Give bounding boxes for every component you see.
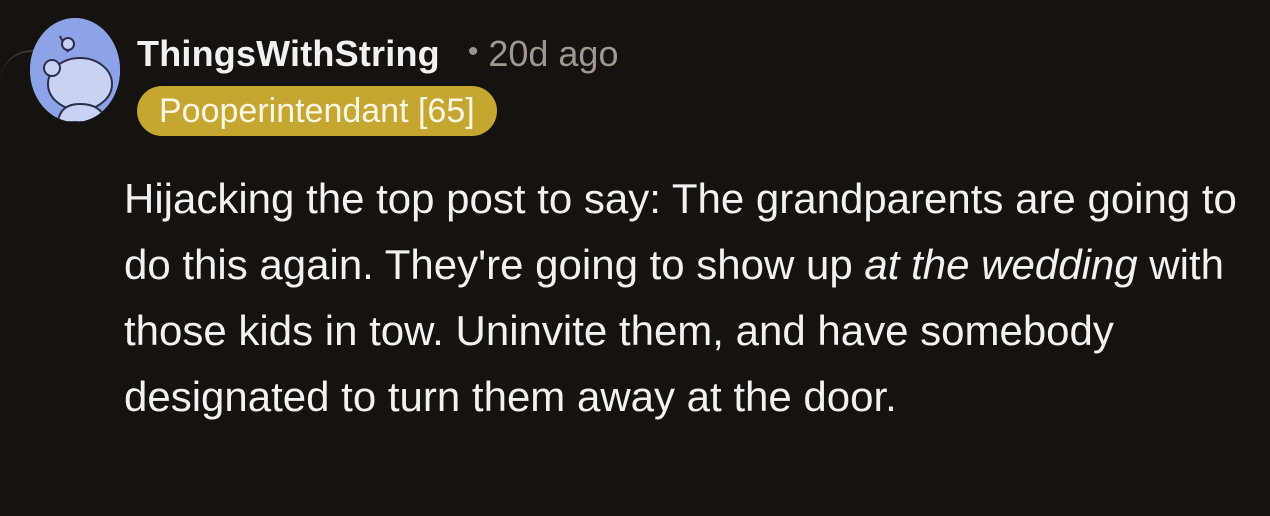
comment-body: Hijacking the top post to say: The grand… [124, 166, 1259, 430]
snoo-avatar-icon [30, 18, 120, 122]
avatar[interactable] [30, 18, 120, 122]
user-flair-badge: Pooperintendant [65] [137, 86, 497, 136]
comment-timestamp[interactable]: 20d ago [488, 33, 618, 75]
separator-dot: • [467, 35, 479, 68]
username-link[interactable]: ThingsWithString [137, 33, 440, 75]
comment-text-emphasis: at the wedding [864, 241, 1138, 288]
comment-header: ThingsWithString • 20d ago [137, 30, 618, 78]
